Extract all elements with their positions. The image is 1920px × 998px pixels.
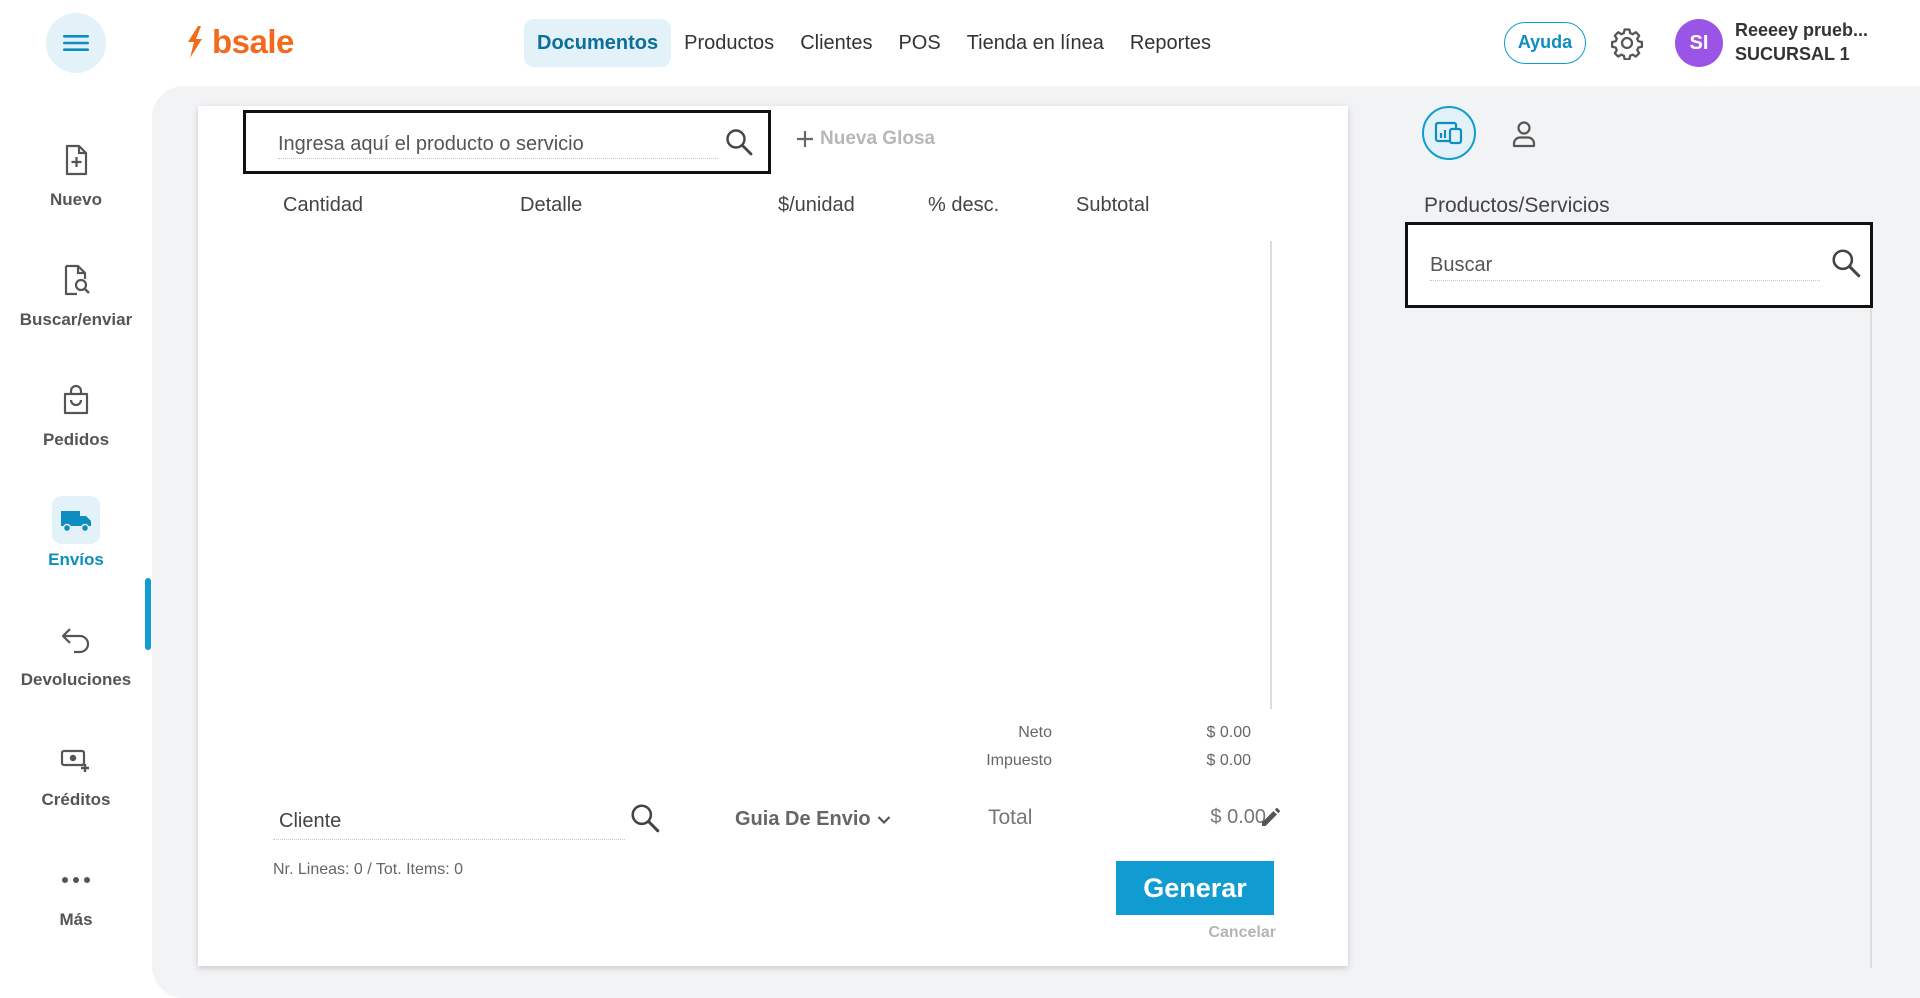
- nav-tienda-en-linea[interactable]: Tienda en línea: [954, 19, 1117, 67]
- hamburger-icon: [63, 35, 89, 51]
- user-icon: [1512, 121, 1536, 148]
- neto-value: $ 0.00: [1206, 724, 1251, 741]
- nav-pos[interactable]: POS: [885, 19, 953, 67]
- sidebar-item-label: Pedidos: [42, 430, 110, 449]
- user-branch: SUCURSAL 1: [1735, 44, 1850, 64]
- more-dots-icon: [52, 856, 100, 904]
- pencil-icon[interactable]: [1258, 806, 1282, 830]
- active-indicator: [145, 578, 151, 650]
- document-panel: Nueva Glosa Cantidad Detalle $/unidad % …: [198, 106, 1348, 966]
- column-subtotal: Subtotal: [1076, 194, 1150, 216]
- main-nav: Documentos Productos Clientes POS Tienda…: [524, 19, 1224, 67]
- user-name[interactable]: Reeeey prueb...: [1735, 20, 1868, 41]
- search-document-icon: [52, 256, 100, 304]
- top-bar: bsale Documentos Productos Clientes POS …: [0, 0, 1920, 86]
- impuesto-label: Impuesto: [986, 752, 1052, 769]
- sidebar-item-label: Devoluciones: [20, 670, 132, 689]
- total-value: $ 0.00: [1210, 806, 1266, 828]
- sidebar-item-devoluciones[interactable]: Devoluciones: [0, 616, 152, 712]
- new-document-icon: [52, 136, 100, 184]
- chevron-down-icon: [877, 815, 890, 824]
- sidebar-item-label: Buscar/enviar: [19, 310, 133, 329]
- sidebar-item-mas[interactable]: Más: [0, 856, 152, 952]
- impuesto-value: $ 0.00: [1206, 752, 1251, 769]
- line-count: Nr. Lineas: 0 / Tot. Items: 0: [273, 861, 464, 878]
- products-icon: [1434, 121, 1463, 145]
- product-search-box: [243, 110, 771, 174]
- sidebar-item-envios[interactable]: Envíos: [0, 496, 152, 592]
- new-glosa-label: Nueva Glosa: [820, 128, 936, 149]
- document-type-label: Guia De Envio: [735, 808, 871, 830]
- sidebar: Nuevo Buscar/enviar Pedidos Envíos Devol…: [0, 86, 152, 998]
- sidebar-item-label: Créditos: [41, 790, 111, 809]
- cash-plus-icon: [52, 736, 100, 784]
- total-label: Total: [988, 806, 1033, 829]
- help-button[interactable]: Ayuda: [1504, 22, 1586, 64]
- product-search-input[interactable]: [278, 131, 718, 159]
- sidebar-item-label: Nuevo: [50, 190, 102, 209]
- client-field[interactable]: Cliente: [273, 806, 625, 840]
- sidebar-item-creditos[interactable]: Créditos: [0, 736, 152, 832]
- neto-label: Neto: [1018, 724, 1052, 741]
- sidebar-item-label: Más: [59, 910, 93, 929]
- cancel-button[interactable]: Cancelar: [1204, 924, 1276, 942]
- logo-text: bsale: [212, 23, 294, 60]
- products-services-title: Productos/Servicios: [1424, 194, 1610, 217]
- document-type-select[interactable]: Guia De Envio: [735, 808, 891, 831]
- sidebar-item-pedidos[interactable]: Pedidos: [0, 376, 152, 472]
- column-discount: % desc.: [928, 194, 1000, 216]
- right-panel-divider: [1870, 308, 1872, 968]
- plus-icon: [797, 131, 813, 147]
- nav-documentos[interactable]: Documentos: [524, 19, 672, 67]
- gear-icon[interactable]: [1610, 26, 1644, 60]
- search-icon[interactable]: [724, 127, 754, 157]
- products-search-input[interactable]: [1430, 251, 1820, 281]
- search-icon[interactable]: [1830, 247, 1862, 279]
- column-detalle: Detalle: [520, 194, 583, 216]
- nav-clientes[interactable]: Clientes: [787, 19, 885, 67]
- return-arrow-icon: [52, 616, 100, 664]
- menu-button[interactable]: [46, 13, 106, 73]
- shopping-bag-icon: [52, 376, 100, 424]
- nav-reportes[interactable]: Reportes: [1117, 19, 1224, 67]
- column-cantidad: Cantidad: [283, 194, 364, 216]
- avatar[interactable]: SI: [1675, 19, 1723, 67]
- truck-icon: [52, 496, 100, 544]
- column-unit-price: $/unidad: [778, 194, 855, 216]
- products-search-box: [1405, 222, 1873, 308]
- sidebar-item-buscar-enviar[interactable]: Buscar/enviar: [0, 256, 152, 352]
- column-divider: [1270, 241, 1272, 709]
- bolt-icon: [188, 26, 202, 58]
- tab-products[interactable]: [1422, 106, 1476, 160]
- generate-button[interactable]: Generar: [1116, 861, 1274, 915]
- sidebar-item-label: Envíos: [48, 550, 104, 569]
- client-search-icon[interactable]: [629, 802, 661, 834]
- bsale-logo[interactable]: bsale: [184, 24, 294, 60]
- tab-client[interactable]: [1506, 116, 1542, 152]
- sidebar-item-nuevo[interactable]: Nuevo: [0, 136, 152, 232]
- new-glosa-button[interactable]: Nueva Glosa: [796, 128, 935, 150]
- nav-productos[interactable]: Productos: [671, 19, 787, 67]
